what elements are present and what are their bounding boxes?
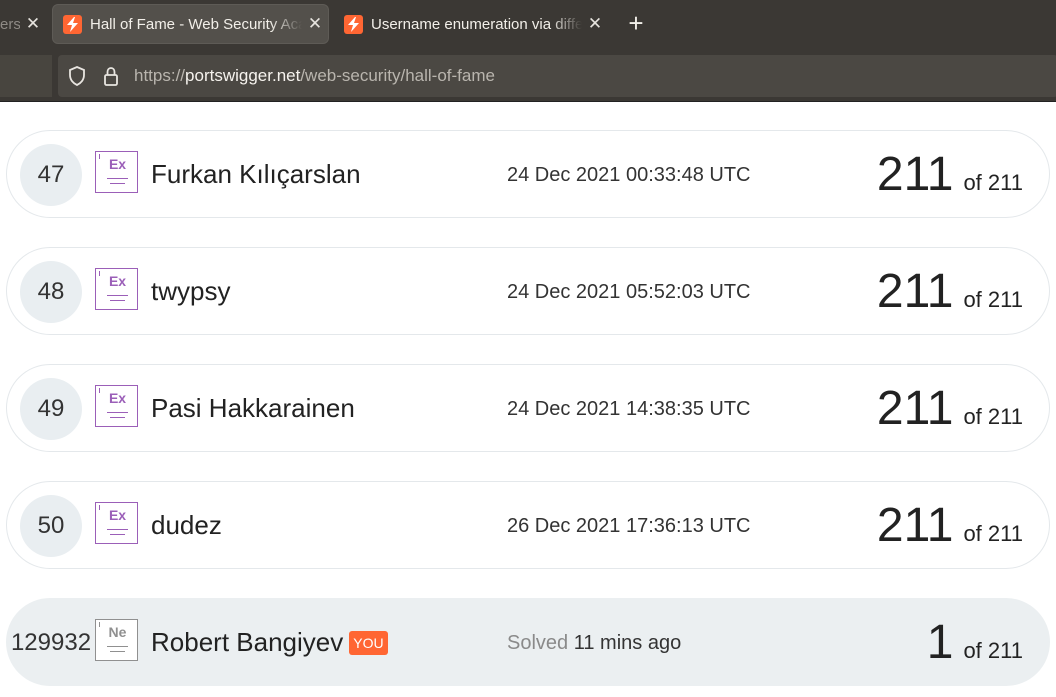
tab-username-enumeration[interactable]: Username enumeration via different respo… bbox=[334, 5, 604, 43]
close-icon[interactable]: ✕ bbox=[586, 14, 604, 34]
completion-time: 24 Dec 2021 14:38:35 UTC bbox=[507, 398, 751, 420]
tab-label: ersi bbox=[0, 15, 20, 33]
rank-number: 49 bbox=[20, 378, 82, 440]
leaderboard-row: 50 Ex dudez 26 Dec 2021 17:36:13 UTC 211… bbox=[6, 481, 1050, 569]
shield-icon[interactable] bbox=[66, 65, 88, 87]
badge-code: Ex bbox=[108, 507, 127, 523]
leaderboard-row: 49 Ex Pasi Hakkarainen 24 Dec 2021 14:38… bbox=[6, 364, 1050, 452]
current-user-row: 129932 Ne Robert Bangiyev YOU Solved 11 … bbox=[6, 598, 1050, 686]
completion-time: 24 Dec 2021 00:33:48 UTC bbox=[507, 164, 751, 186]
of-label: of bbox=[963, 521, 982, 546]
expert-badge-icon: Ex bbox=[95, 151, 138, 193]
portswigger-icon bbox=[344, 14, 363, 34]
new-tab-button[interactable]: + bbox=[622, 9, 650, 37]
url-domain: portswigger.net bbox=[185, 66, 301, 85]
of-label: of bbox=[963, 638, 982, 663]
solved-count: 211 bbox=[876, 499, 954, 552]
rank-number: 48 bbox=[20, 261, 82, 323]
of-label: of bbox=[963, 287, 982, 312]
tab-bar: ersi ✕ Hall of Fame - Web Security Acade… bbox=[0, 0, 1056, 48]
user-name: Pasi Hakkarainen bbox=[151, 393, 355, 423]
you-badge: YOU bbox=[349, 630, 388, 655]
total-count: 211 bbox=[987, 404, 1023, 429]
solved-count: 211 bbox=[876, 265, 954, 318]
solved-label: Solved bbox=[507, 632, 569, 654]
total-count: 211 bbox=[987, 170, 1023, 195]
badge-code: Ne bbox=[108, 624, 127, 640]
tab-label: Hall of Fame - Web Security Academy bbox=[90, 15, 302, 33]
nav-bar: https://portswigger.net/web-security/hal… bbox=[0, 48, 1056, 102]
badge-code: Ex bbox=[108, 390, 127, 406]
of-label: of bbox=[963, 404, 982, 429]
user-name: Robert Bangiyev YOU bbox=[151, 627, 388, 658]
rank-number: 47 bbox=[20, 144, 82, 206]
completion-time: 26 Dec 2021 17:36:13 UTC bbox=[507, 515, 751, 537]
close-icon[interactable]: ✕ bbox=[306, 14, 324, 34]
of-label: of bbox=[963, 170, 982, 195]
portswigger-icon bbox=[63, 14, 82, 34]
badge-code: Ex bbox=[108, 156, 127, 172]
user-name-text: Robert Bangiyev bbox=[151, 627, 344, 657]
nav-buttons-area bbox=[0, 55, 52, 97]
solved-ago: 11 mins ago bbox=[573, 632, 682, 654]
address-bar[interactable]: https://portswigger.net/web-security/hal… bbox=[58, 55, 1056, 97]
expert-badge-icon: Ex bbox=[95, 502, 138, 544]
expert-badge-icon: Ex bbox=[95, 385, 138, 427]
user-name: dudez bbox=[151, 510, 222, 540]
url-prefix: https:// bbox=[134, 66, 186, 85]
rank-number: 50 bbox=[20, 495, 82, 557]
leaderboard-row: 48 Ex twypsy 24 Dec 2021 05:52:03 UTC 21… bbox=[6, 247, 1050, 335]
badge-code: Ex bbox=[108, 273, 127, 289]
solved-count: 211 bbox=[876, 148, 954, 201]
total-count: 211 bbox=[987, 287, 1023, 312]
solved-count: 211 bbox=[876, 382, 954, 435]
rank-number: 129932 bbox=[10, 629, 92, 656]
expert-badge-icon: Ex bbox=[95, 268, 138, 310]
user-name: Furkan Kılıçarslan bbox=[151, 159, 361, 189]
score: 211 of 211 bbox=[877, 264, 1023, 319]
solved-count: 1 bbox=[926, 616, 954, 669]
tab-label: Username enumeration via different respo… bbox=[371, 15, 583, 33]
score: 1 of 211 bbox=[927, 615, 1023, 670]
user-name: twypsy bbox=[151, 276, 231, 306]
tab-hall-of-fame[interactable]: Hall of Fame - Web Security Academy ✕ bbox=[53, 5, 328, 43]
leaderboard-row: 47 Ex Furkan Kılıçarslan 24 Dec 2021 00:… bbox=[6, 130, 1050, 218]
score: 211 of 211 bbox=[877, 381, 1023, 436]
url-text[interactable]: https://portswigger.net/web-security/hal… bbox=[134, 66, 495, 86]
completion-time: 24 Dec 2021 05:52:03 UTC bbox=[507, 281, 751, 303]
novice-badge-icon: Ne bbox=[95, 619, 138, 661]
url-path: /web-security/hall-of-fame bbox=[300, 66, 495, 85]
tab-previous[interactable]: ersi ✕ bbox=[0, 5, 44, 43]
close-icon[interactable]: ✕ bbox=[24, 14, 42, 34]
lock-icon[interactable] bbox=[100, 65, 122, 87]
score: 211 of 211 bbox=[877, 498, 1023, 553]
score: 211 of 211 bbox=[877, 147, 1023, 202]
solved-time: Solved 11 mins ago bbox=[507, 632, 681, 655]
total-count: 211 bbox=[987, 521, 1023, 546]
total-count: 211 bbox=[987, 638, 1023, 663]
